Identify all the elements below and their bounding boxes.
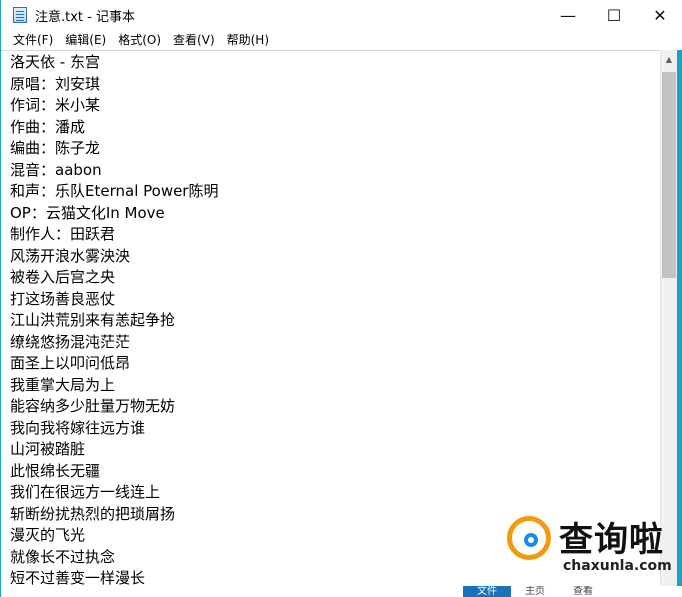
- text-line: 面圣上以叩问低昂: [10, 354, 131, 372]
- text-line: 原唱：刘安琪: [10, 74, 101, 93]
- text-line: 风荡开浪水雾泱泱: [10, 246, 131, 265]
- menu-file[interactable]: 文件(F): [7, 30, 59, 50]
- text-line: 山河被踏脏: [10, 440, 86, 458]
- scroll-thumb[interactable]: [662, 72, 676, 278]
- text-content: 洛天依 - 东宫 原唱：刘安琪 作词：米小某 作曲：潘成 编曲：陈子龙 混音：a…: [1, 51, 660, 590]
- text-line: 此恨绵长无疆: [10, 461, 101, 480]
- text-line: 作词：米小某: [10, 96, 101, 114]
- window-controls: — ☐ ✕: [545, 0, 682, 30]
- notepad-window: 注意.txt - 记事本 — ☐ ✕ 文件(F) 编辑(E) 格式(O) 查看(…: [0, 0, 682, 597]
- background-ribbon-peek: 文件 主页 查看: [463, 586, 682, 597]
- text-line: 漫灭的飞光: [10, 526, 86, 544]
- window-title: 注意.txt - 记事本: [35, 9, 135, 25]
- title-bar[interactable]: 注意.txt - 记事本 — ☐ ✕: [1, 0, 682, 30]
- text-line: 能容纳多少肚量万物无妨: [10, 397, 176, 415]
- text-line: 我们在很远方一线连上: [10, 483, 161, 501]
- peek-tab: 文件: [463, 586, 511, 597]
- text-line: 制作人：田跃君: [10, 225, 116, 243]
- text-line: OP：云猫文化In Move: [10, 203, 165, 222]
- text-line: 编曲：陈子龙: [10, 139, 101, 157]
- maximize-button[interactable]: ☐: [591, 0, 637, 30]
- text-editor[interactable]: 洛天依 - 东宫 原唱：刘安琪 作词：米小某 作曲：潘成 编曲：陈子龙 混音：a…: [1, 50, 660, 597]
- text-line: 洛天依 - 东宫: [10, 53, 100, 71]
- notepad-app-icon[interactable]: [13, 7, 27, 23]
- text-line: 就像长不过执念: [10, 547, 116, 566]
- window-border: [677, 50, 682, 597]
- close-button[interactable]: ✕: [637, 0, 682, 30]
- peek-tab: 主页: [525, 586, 545, 597]
- menu-bar: 文件(F) 编辑(E) 格式(O) 查看(V) 帮助(H): [1, 30, 682, 50]
- scroll-up-arrow-icon[interactable]: ▲: [661, 50, 677, 68]
- menu-view[interactable]: 查看(V): [167, 30, 221, 50]
- text-line: 作曲：潘成: [10, 117, 86, 136]
- vertical-scrollbar[interactable]: ▲: [660, 50, 677, 597]
- text-line: 被卷入后宫之央: [10, 268, 116, 286]
- menu-edit[interactable]: 编辑(E): [59, 30, 112, 50]
- text-line: 混音：aabon: [10, 160, 102, 179]
- minimize-button[interactable]: —: [545, 0, 591, 30]
- text-line: 斩断纷扰热烈的把琐屑扬: [10, 504, 176, 523]
- text-line: 打这场善良恶仗: [10, 289, 116, 308]
- menu-format[interactable]: 格式(O): [112, 30, 167, 50]
- text-line: 江山洪荒别来有恙起争抢: [10, 311, 176, 329]
- text-line: 缭绕悠扬混沌茫茫: [10, 332, 131, 351]
- peek-tab: 查看: [573, 586, 593, 597]
- text-line: 我向我将嫁往远方谁: [10, 418, 146, 437]
- text-line: 我重掌大局为上: [10, 375, 116, 394]
- text-line: 和声：乐队Eternal Power陈明: [10, 182, 219, 200]
- menu-help[interactable]: 帮助(H): [221, 30, 275, 50]
